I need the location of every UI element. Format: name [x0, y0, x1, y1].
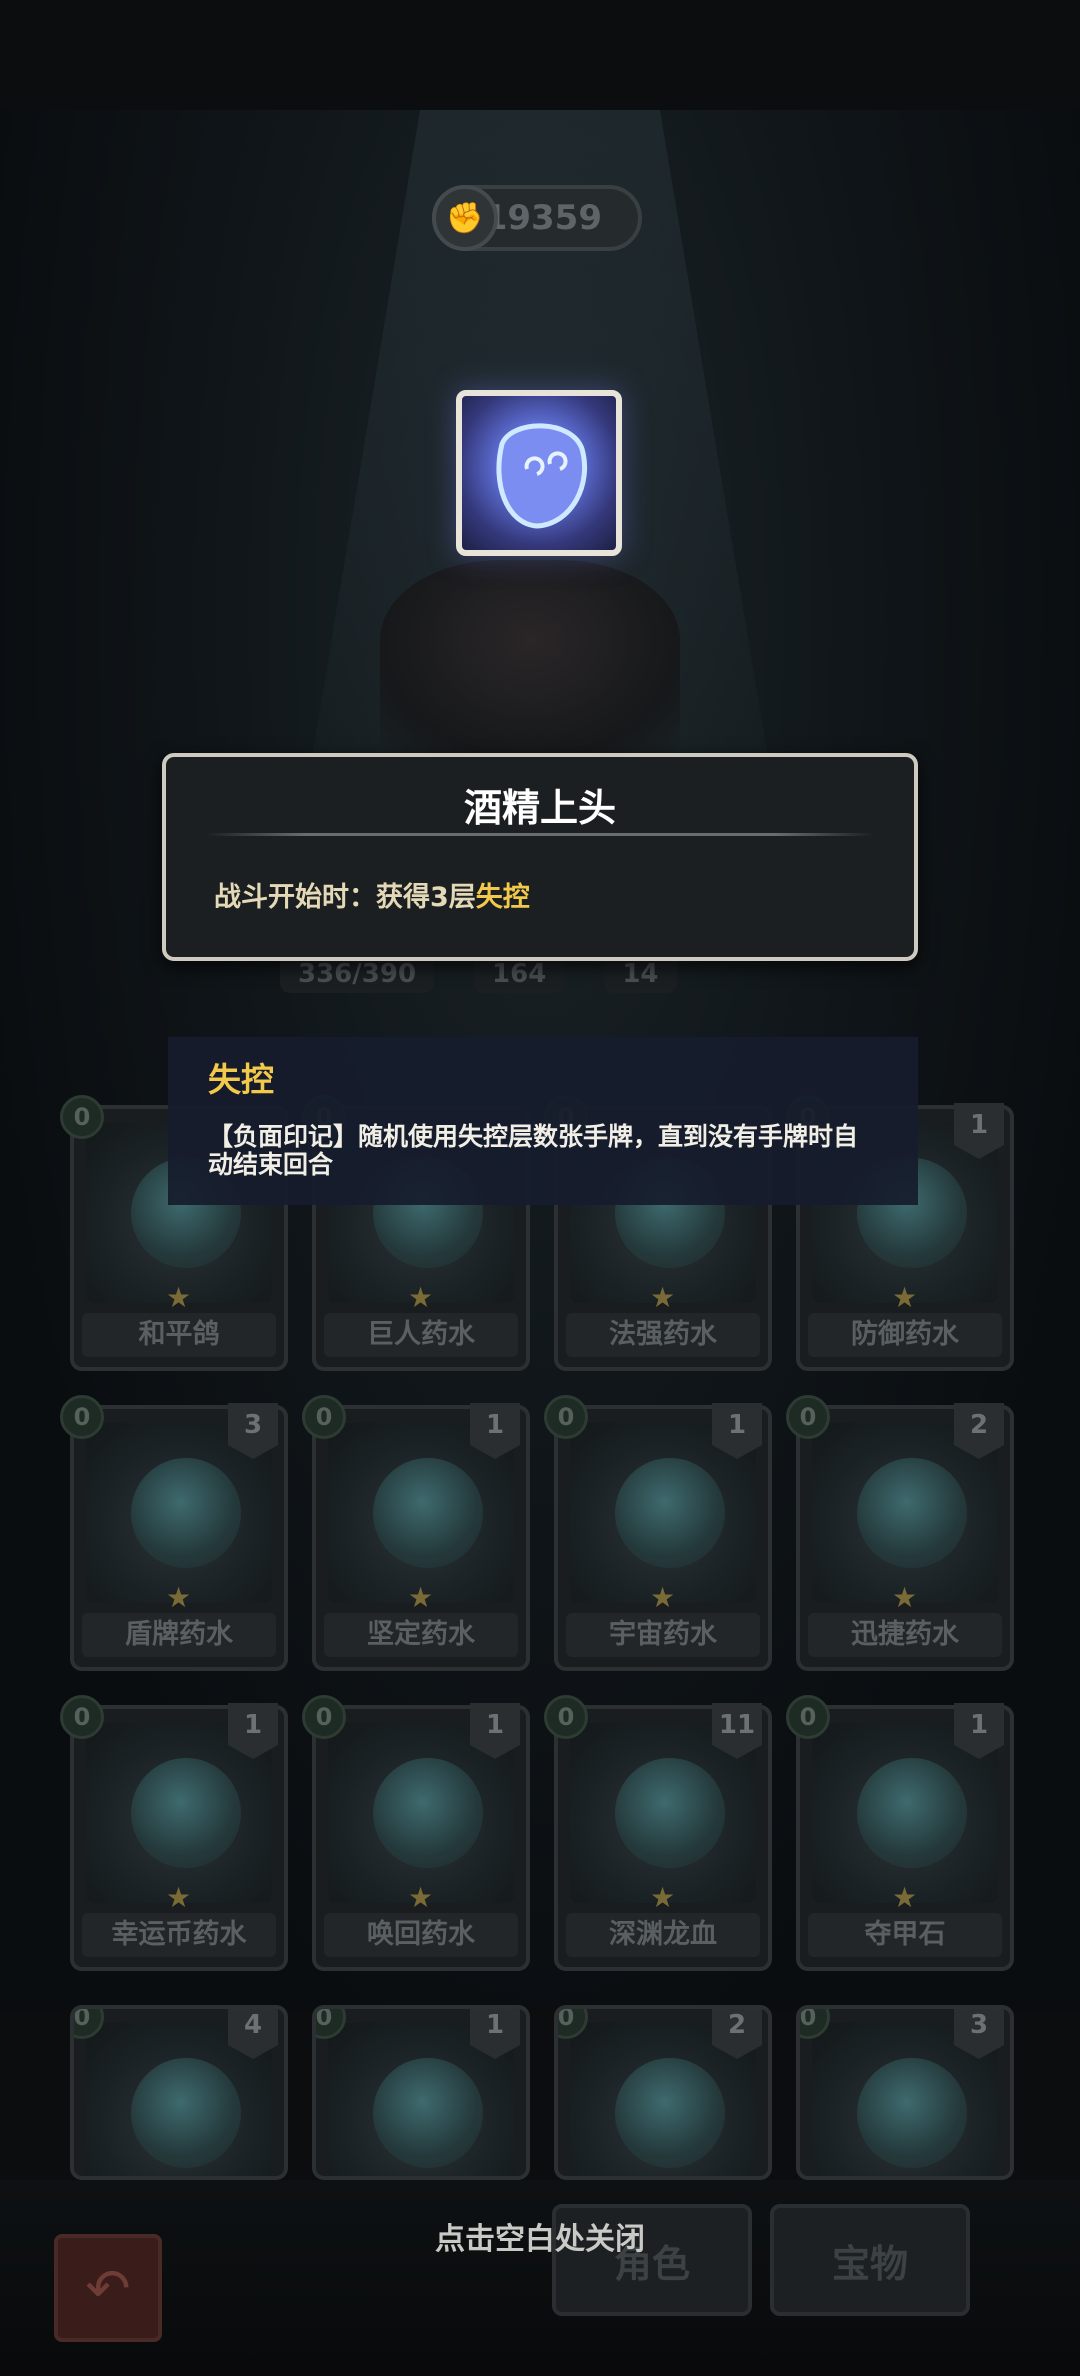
star-icon: ★ — [650, 1581, 676, 1614]
card-name: 坚定药水 — [324, 1613, 518, 1657]
relic-tooltip: 酒精上头 战斗开始时：获得3层失控 — [162, 753, 918, 961]
potion-icon — [373, 2058, 483, 2168]
item-card[interactable]: ★ 0 1 唤回药水 — [302, 1695, 530, 1971]
card-name: 唤回药水 — [324, 1913, 518, 1957]
star-icon: ★ — [166, 1281, 192, 1314]
tooltip-desc-keyword: 失控 — [475, 882, 530, 913]
card-cost: 0 — [786, 1695, 830, 1739]
potion-icon — [615, 1758, 725, 1868]
item-card[interactable]: ★03 — [796, 2005, 1014, 2180]
potion-icon — [131, 1758, 241, 1868]
potion-icon — [857, 1458, 967, 1568]
star-icon: ★ — [650, 1281, 676, 1314]
item-card[interactable]: ★ 0 1 幸运币药水 — [60, 1695, 288, 1971]
swirl-mask-icon — [456, 390, 622, 556]
item-card[interactable]: ★04 — [70, 2005, 288, 2180]
star-icon: ★ — [408, 1581, 434, 1614]
star-icon: ★ — [408, 1881, 434, 1914]
star-icon: ★ — [892, 1581, 918, 1614]
tooltip-desc-prefix: 战斗开始时：获得3层 — [214, 882, 476, 913]
card-name: 巨人药水 — [324, 1313, 518, 1357]
potion-icon — [857, 1758, 967, 1868]
card-name: 深渊龙血 — [566, 1913, 760, 1957]
potion-icon — [131, 2058, 241, 2168]
potion-icon — [615, 2058, 725, 2168]
currency-amount: 19359 — [483, 198, 602, 238]
star-icon: ★ — [166, 1581, 192, 1614]
card-name: 宇宙药水 — [566, 1613, 760, 1657]
currency-display: ✊ 19359 — [432, 185, 642, 251]
potion-icon — [131, 1458, 241, 1568]
close-hint[interactable]: 点击空白处关闭 — [0, 2214, 1080, 2258]
card-cost: 0 — [544, 1695, 588, 1739]
potion-icon — [373, 1758, 483, 1868]
item-card[interactable]: ★02 — [554, 2005, 772, 2180]
card-name: 和平鸽 — [82, 1313, 276, 1357]
card-name: 盾牌药水 — [82, 1613, 276, 1657]
card-cost: 0 — [544, 1395, 588, 1439]
item-card[interactable]: ★ 0 11 深渊龙血 — [544, 1695, 772, 1971]
star-icon: ★ — [892, 1281, 918, 1314]
item-card[interactable]: ★01 — [312, 2005, 530, 2180]
card-cost: 0 — [60, 1695, 104, 1739]
fist-coin-icon: ✊ — [432, 185, 498, 251]
card-cost: 0 — [302, 1395, 346, 1439]
potion-icon — [615, 1458, 725, 1568]
card-cost: 0 — [60, 1395, 104, 1439]
tooltip-description: 战斗开始时：获得3层失控 — [214, 875, 530, 914]
keyword-title: 失控 — [208, 1060, 274, 1099]
tooltip-divider — [206, 833, 874, 836]
back-arrow-icon: ↶ — [85, 2256, 131, 2320]
star-icon: ★ — [892, 1881, 918, 1914]
item-card[interactable]: ★ 0 3 盾牌药水 — [60, 1395, 288, 1671]
card-name: 法强药水 — [566, 1313, 760, 1357]
potion-icon — [857, 2058, 967, 2168]
card-name: 夺甲石 — [808, 1913, 1002, 1957]
card-cost: 0 — [302, 1695, 346, 1739]
star-icon: ★ — [650, 1881, 676, 1914]
card-cost: 0 — [786, 1395, 830, 1439]
potion-icon — [373, 1458, 483, 1568]
character-figure — [380, 560, 680, 760]
card-name: 幸运币药水 — [82, 1913, 276, 1957]
item-card[interactable]: ★ 0 2 迅捷药水 — [786, 1395, 1014, 1671]
keyword-description: 【负面印记】随机使用失控层数张手牌，直到没有手牌时自动结束回合 — [208, 1122, 859, 1179]
tooltip-title: 酒精上头 — [463, 786, 616, 830]
star-icon: ★ — [408, 1281, 434, 1314]
keyword-explanation: 失控 【负面印记】随机使用失控层数张手牌，直到没有手牌时自动结束回合 — [168, 1037, 918, 1205]
item-card[interactable]: ★ 0 1 宇宙药水 — [544, 1395, 772, 1671]
card-name: 防御药水 — [808, 1313, 1002, 1357]
card-name: 迅捷药水 — [808, 1613, 1002, 1657]
item-card[interactable]: ★ 0 1 夺甲石 — [786, 1695, 1014, 1971]
card-cost: 0 — [60, 1095, 104, 1139]
star-icon: ★ — [166, 1881, 192, 1914]
item-card[interactable]: ★ 0 1 坚定药水 — [302, 1395, 530, 1671]
